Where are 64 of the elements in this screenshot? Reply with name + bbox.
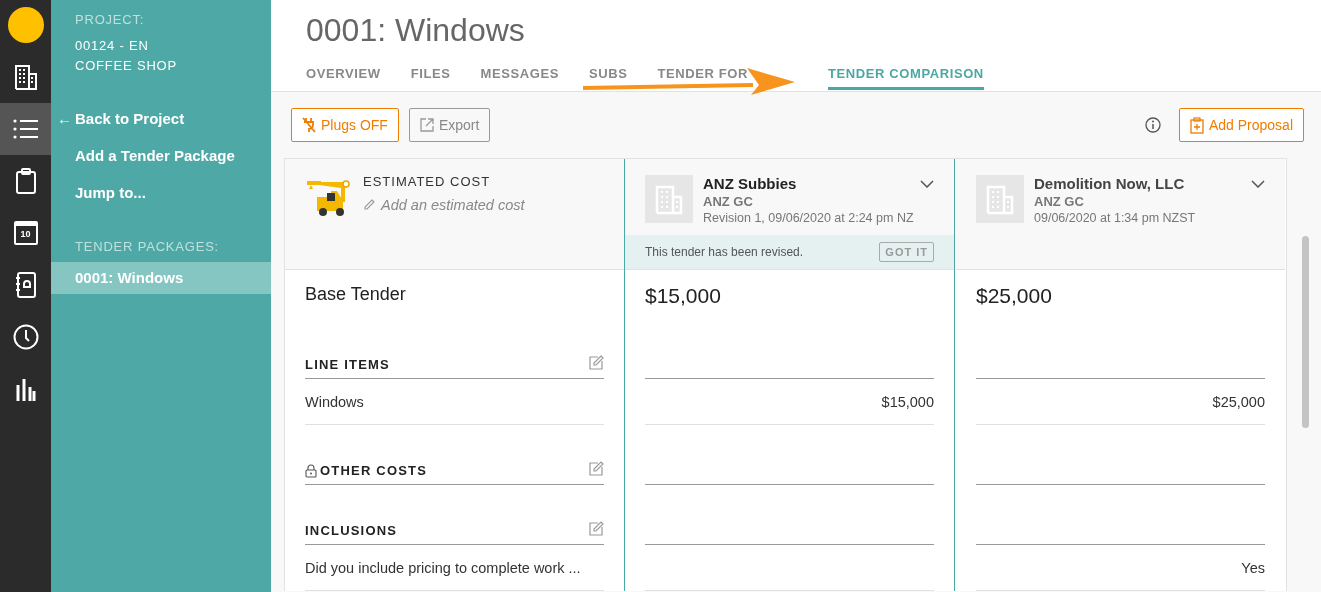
notice-text: This tender has been revised. [645, 245, 804, 260]
tab[interactable]: MESSAGES [480, 66, 559, 90]
crane-truck-icon [305, 177, 353, 219]
bidder-date: 09/06/2020 at 1:34 pm NZST [1034, 211, 1197, 225]
edit-icon[interactable] [589, 461, 604, 476]
base-tender-amount: $15,000 [645, 284, 722, 308]
edit-icon[interactable] [589, 355, 604, 370]
section-title: LINE ITEMS [305, 357, 390, 372]
project-name: 00124 - EN COFFEE SHOP [74, 37, 178, 75]
base-tender-label: Base Tender [305, 284, 407, 305]
tab[interactable]: OVERVIEW [306, 66, 381, 90]
row-label: Windows [305, 393, 364, 410]
clipboard-icon[interactable] [15, 168, 36, 194]
info-icon[interactable] [1144, 117, 1161, 133]
clock-icon[interactable] [12, 324, 39, 350]
section-title: INCLUSIONS [305, 523, 398, 538]
building-icon[interactable] [13, 64, 38, 90]
list-icon[interactable] [12, 119, 39, 139]
tab[interactable]: FILES [410, 66, 451, 90]
contact-book-icon[interactable] [14, 272, 37, 298]
section-label: TENDER PACKAGES: [74, 239, 221, 254]
project-label: PROJECT: [74, 12, 146, 27]
estimate-label: ESTIMATED COST [363, 174, 492, 189]
chevron-down-icon[interactable] [1251, 180, 1265, 188]
chevron-down-icon[interactable] [920, 180, 934, 188]
scrollbar[interactable] [1302, 236, 1309, 428]
section-title: OTHER COSTS [320, 463, 428, 478]
avatar[interactable] [7, 7, 44, 43]
plugs-button[interactable]: Plugs OFF [291, 108, 399, 142]
bar-chart-icon[interactable] [15, 377, 36, 401]
calendar-icon[interactable]: 10 [13, 221, 38, 245]
add-proposal-button[interactable]: Add Proposal [1178, 108, 1304, 142]
clipboard-plus-icon [1189, 116, 1204, 134]
arrow-icon: ← [57, 100, 72, 137]
rail-item[interactable]: 10 [0, 207, 51, 259]
row-value: $15,000 [881, 393, 934, 410]
bidder-company: ANZ GC [1034, 194, 1085, 209]
base-tender-amount: $25,000 [976, 284, 1053, 308]
package-item[interactable]: 0001: Windows [51, 262, 271, 294]
company-logo-icon [645, 175, 693, 223]
sidebar-link[interactable]: Add a Tender Package [51, 137, 271, 174]
tab[interactable]: TENDER FOR [657, 66, 748, 90]
bidder-header[interactable]: ANZ Subbies ANZ GC Revision 1, 09/06/2020 at 2:24 pm NZ This tender has been revised. GOT IT [625, 159, 954, 270]
bidder-name: ANZ Subbies [703, 175, 798, 192]
lock-icon [305, 464, 317, 478]
export-icon [419, 118, 434, 132]
company-logo-icon [976, 175, 1024, 223]
bidder-company: ANZ GC [703, 194, 754, 209]
back-link[interactable]: ← Back to Project [51, 100, 271, 137]
tab[interactable]: TENDER COMPARISON [828, 66, 984, 90]
sidebar-link[interactable]: Jump to... [51, 174, 271, 211]
bidder-name: Demolition Now, LLC [1034, 175, 1186, 192]
export-button[interactable]: Export [408, 108, 491, 142]
row-label: Did you include pricing to complete work ... [305, 559, 581, 576]
pencil-icon [363, 199, 375, 211]
got-it-button[interactable]: GOT IT [879, 242, 934, 263]
row-value: $25,000 [1212, 393, 1265, 410]
estimate-field[interactable]: Add an estimated cost [363, 197, 525, 213]
tab[interactable]: SUBS [588, 66, 628, 90]
page-title: 0001: Windows [306, 11, 526, 50]
unplug-icon [302, 117, 316, 133]
back-label[interactable]: Back to Project [75, 100, 185, 137]
edit-icon[interactable] [589, 521, 604, 536]
row-value: Yes [1241, 559, 1265, 576]
